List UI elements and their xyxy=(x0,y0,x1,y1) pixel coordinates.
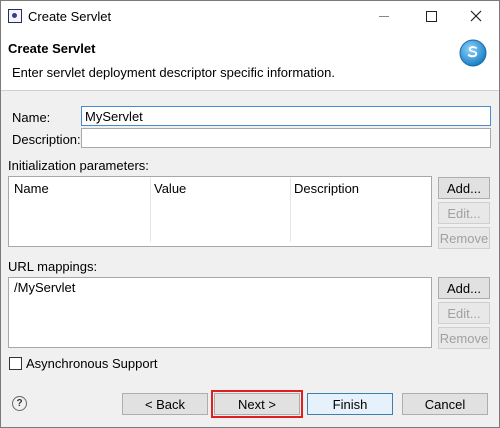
column-header-description[interactable]: Description xyxy=(294,181,359,196)
name-label: Name: xyxy=(12,110,51,125)
init-params-edit-button[interactable]: Edit... xyxy=(438,202,490,224)
name-field[interactable] xyxy=(81,106,491,126)
wizard-message: Enter servlet deployment descriptor spec… xyxy=(12,65,335,80)
finish-button[interactable]: Finish xyxy=(307,393,393,415)
window-title: Create Servlet xyxy=(28,9,112,24)
close-button[interactable] xyxy=(453,1,499,31)
wizard-header: Create Servlet Enter servlet deployment … xyxy=(1,31,499,91)
cancel-button[interactable]: Cancel xyxy=(402,393,488,415)
column-header-value[interactable]: Value xyxy=(154,181,186,196)
description-field[interactable] xyxy=(81,128,491,148)
init-params-remove-button[interactable]: Remove xyxy=(438,227,490,249)
url-mappings-add-button[interactable]: Add... xyxy=(438,277,490,299)
minimize-button[interactable] xyxy=(361,1,407,31)
description-label: Description: xyxy=(12,132,81,147)
column-header-name[interactable]: Name xyxy=(14,181,49,196)
help-icon[interactable]: ? xyxy=(12,396,27,411)
next-button[interactable]: Next > xyxy=(211,390,303,418)
url-mappings-edit-button[interactable]: Edit... xyxy=(438,302,490,324)
column-separator xyxy=(290,178,291,242)
servlet-wizard-icon xyxy=(459,39,487,67)
back-button[interactable]: < Back xyxy=(122,393,208,415)
column-separator xyxy=(150,178,151,242)
create-servlet-dialog: Create Servlet Create Servlet Enter serv… xyxy=(0,0,500,428)
list-item[interactable]: /MyServlet xyxy=(14,280,75,295)
async-support-label[interactable]: Asynchronous Support xyxy=(26,356,158,371)
close-icon xyxy=(470,10,482,22)
wizard-title: Create Servlet xyxy=(8,41,96,56)
init-params-label: Initialization parameters: xyxy=(8,158,149,173)
minimize-icon xyxy=(379,15,389,17)
maximize-button[interactable] xyxy=(408,1,454,31)
async-support-checkbox[interactable] xyxy=(9,357,22,370)
init-params-add-button[interactable]: Add... xyxy=(438,177,490,199)
init-params-table[interactable]: Name Value Description xyxy=(8,176,432,247)
eclipse-window-icon xyxy=(8,9,22,23)
maximize-icon xyxy=(425,10,437,22)
url-mappings-remove-button[interactable]: Remove xyxy=(438,327,490,349)
title-bar: Create Servlet xyxy=(1,1,499,31)
url-mappings-label: URL mappings: xyxy=(8,259,98,274)
